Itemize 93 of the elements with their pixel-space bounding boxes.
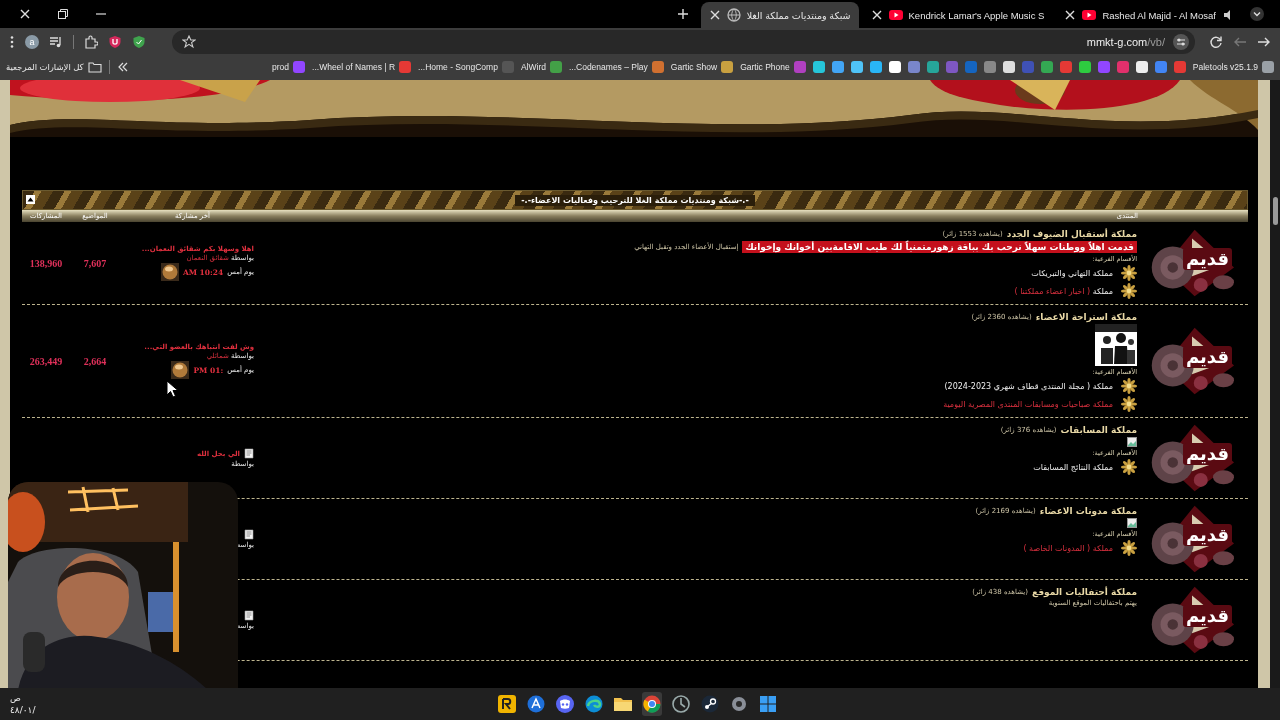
star-icon[interactable] [182,35,196,49]
broken-image-icon [1127,437,1137,447]
browser-tab[interactable]: Rashed Al Majid - Al Mosaf [1056,2,1242,28]
bookmark-icon[interactable] [888,61,901,73]
browser-icon[interactable] [642,694,662,714]
bookmark-link[interactable]: AlWird [520,62,546,72]
chevrons-icon[interactable] [116,61,129,73]
status-label: قديم [1182,346,1232,368]
thread-count: 2,664 [82,355,108,367]
subforum-link[interactable]: مملكة التهاني والتبريكات [1031,268,1113,278]
document-icon [244,610,254,621]
video-site-icon [1082,9,1097,21]
status-label: قديم [1182,248,1232,270]
browser-tab[interactable]: Kendrick Lamar's Apple Music S [862,2,1053,28]
forum-title[interactable]: مملكة المسابقات [1060,425,1137,435]
globe-icon [726,8,741,22]
browser-tab[interactable]: شبكة ومنتديات مملكة الغلا [700,2,859,28]
welcome-banner: قدمت اهلاً ووطنات سهلاً نرحب بك بباقة زهورمتمنياً لك طيب الاقامةبين أخوانك وإخوانك [742,241,1137,253]
game-store-icon[interactable] [700,694,720,714]
folder-icon[interactable] [87,61,102,73]
shield-u-icon[interactable] [108,35,122,49]
video-site-icon [888,9,903,21]
flower-icon [1121,283,1137,299]
forward-arrow-icon[interactable] [1233,35,1247,49]
all-bookmarks-link[interactable]: كل الإشارات المرجعية [6,62,84,72]
clock-time: ص [10,692,22,704]
flower-icon [1121,396,1137,412]
close-tab-icon[interactable] [708,9,721,21]
subforum-link[interactable]: مملكة النتائج المسابقات [1033,462,1113,472]
bookmark-icon[interactable] [869,61,882,73]
bookmark-icon[interactable] [721,61,734,73]
app-icon[interactable] [497,694,517,714]
app-icon[interactable] [526,694,546,714]
shield-icon[interactable] [132,35,146,49]
bookmark-icon[interactable] [1002,61,1015,73]
site-settings-icon[interactable] [1173,34,1189,50]
scrollbar-thumb[interactable] [1273,197,1278,225]
subforum-link[interactable]: مملكة ( مجلة المنتدى قطاف شهري 2023-2024) [944,381,1113,391]
settings-icon[interactable] [729,694,749,714]
flower-icon [1121,378,1137,394]
status-label: قديم [1182,605,1232,627]
bookmark-link[interactable]: Gartic Phone [740,62,790,72]
reload-icon[interactable] [1209,35,1223,49]
collapse-icon[interactable] [26,195,35,204]
chat-app-icon[interactable] [555,694,575,714]
avatar-icon [160,263,179,281]
bookmark-link[interactable]: Gartic Show [670,62,718,72]
restore-icon[interactable] [57,8,69,20]
back-arrow-icon[interactable] [1257,35,1271,49]
close-tab-icon[interactable] [1064,9,1077,21]
category-title[interactable]: -.-شبكة ومنتديات مملكة الغلا للترحيب وفعاليات الاعضاء-.- [515,194,755,206]
bookmark-icon[interactable] [850,61,863,73]
app-icon[interactable] [671,694,691,714]
close-icon[interactable] [19,8,31,20]
subforum-link[interactable]: مملكة صباحيات ومسابقات المنتدى المصرية اليومية [943,399,1113,409]
tab-search-icon[interactable] [1250,7,1264,21]
close-tab-icon[interactable] [870,9,883,21]
bookmark-icon[interactable] [1135,61,1148,73]
menu-icon[interactable] [9,35,15,49]
address-bar[interactable]: mmkt-g.com/vb/ [172,30,1195,54]
forum-title[interactable]: مملكة أستقبال الضيوف الجدد [1006,229,1137,239]
forum-title[interactable]: مملكة مدونات الاعضاء [1039,506,1137,516]
new-tab-icon[interactable] [676,8,689,20]
bookmark-link[interactable]: prod [272,62,290,72]
bookmark-link[interactable]: Wheel of Names | R... [312,62,396,72]
bookmark-link[interactable]: Paletools v25.1.9 [1192,62,1258,72]
document-icon [244,448,254,459]
status-label: قديم [1182,443,1232,465]
flower-icon [1121,540,1137,556]
browser-icon[interactable] [584,694,604,714]
forum-title[interactable]: مملكة استراحة الاعضاء [1035,312,1137,322]
start-icon[interactable] [758,694,778,714]
bookmark-link[interactable]: Codenames – Play... [568,62,648,72]
subforum-link[interactable]: مملكة ( المدونات الخاصة ) [1023,543,1113,553]
clock-date: ٤٨/٠١/ [10,704,37,716]
bookmark-icon[interactable] [1078,61,1091,73]
forum-title[interactable]: مملكة أحتفاليات الموقع [1032,587,1137,597]
bookmark-icon[interactable] [812,61,825,73]
puzzle-icon[interactable] [84,35,98,49]
thread-count: 7,607 [82,257,108,269]
bookmark-link[interactable]: Home - SongComp... [418,62,498,72]
status-label: قديم [1182,524,1232,546]
broken-image-icon [1127,518,1137,528]
media-icon[interactable] [49,35,63,49]
flower-icon [1121,459,1137,475]
url-text: mmkt-g.com/vb/ [1086,36,1165,48]
post-count: 263,449 [28,355,64,367]
mouse-cursor-icon [166,380,178,398]
post-count: 138,960 [28,257,64,269]
subforum-link[interactable]: مملكة ( اخبار اعضاء مملكتنا ) [1014,286,1113,296]
document-icon [244,529,254,540]
avatar-icon [171,361,190,379]
flower-icon [1121,265,1137,281]
